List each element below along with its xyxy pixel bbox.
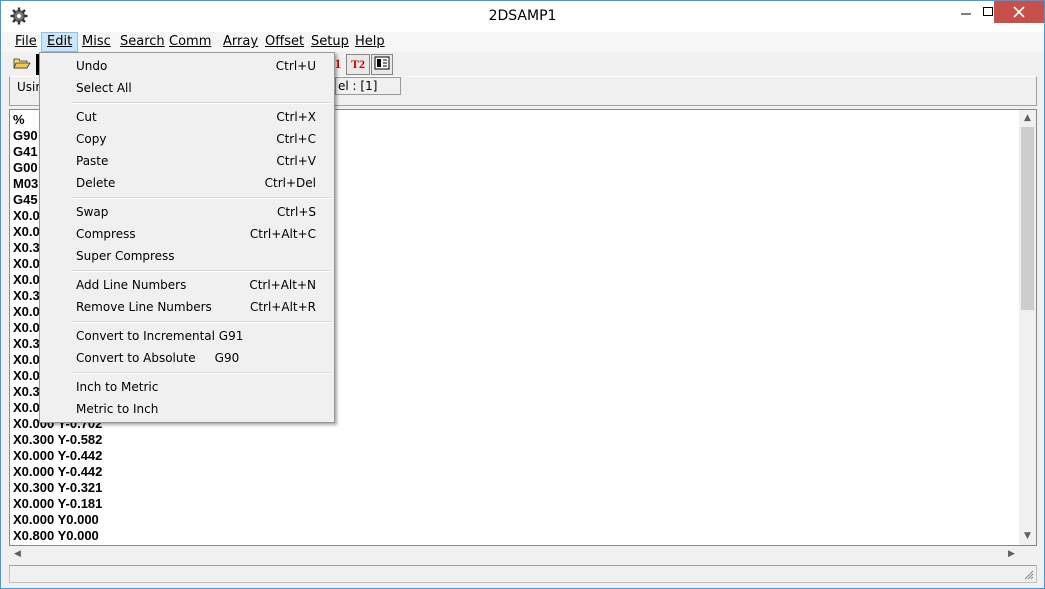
menu-item-label: Add Line Numbers <box>76 278 187 292</box>
code-line[interactable]: X0.800 Y0.000 <box>13 528 102 544</box>
menu-item-select-all[interactable]: Select All <box>76 77 316 99</box>
menu-item-shortcut: Ctrl+Del <box>264 176 316 190</box>
menu-item-label: Convert to Absolute G90 <box>76 351 240 365</box>
scroll-down-arrow-icon[interactable]: ▼ <box>1019 528 1036 545</box>
menu-item-shortcut: Ctrl+S <box>276 205 316 219</box>
edit-menu-dropdown: Undo Ctrl+U Select All Cut Ctrl+X Copy Ctrl+C P… <box>39 52 335 423</box>
menu-item-label: Inch to Metric <box>76 380 159 394</box>
code-line[interactable]: X0.000 Y0.000 <box>13 512 102 528</box>
code-line[interactable]: X0.300 Y-0.582 <box>13 432 102 448</box>
horizontal-scrollbar[interactable]: ◀ ▶ <box>9 546 1020 563</box>
code-line[interactable]: X0.000 Y-0.442 <box>13 448 102 464</box>
menu-item-label: Swap <box>76 205 109 219</box>
menu-item-label: Super Compress <box>76 249 175 263</box>
menu-separator <box>72 321 331 323</box>
scroll-left-arrow-icon[interactable]: ◀ <box>9 546 26 563</box>
code-line[interactable]: X0.300 Y-0.321 <box>13 480 102 496</box>
scroll-right-arrow-icon[interactable]: ▶ <box>1003 546 1020 563</box>
menu-item-paste[interactable]: Paste Ctrl+V <box>76 150 316 172</box>
menu-edit[interactable]: Edit <box>41 32 79 52</box>
menu-item-compress[interactable]: Compress Ctrl+Alt+C <box>76 223 316 245</box>
menu-search[interactable]: Search <box>115 32 170 52</box>
menu-item-delete[interactable]: Delete Ctrl+Del <box>76 172 316 194</box>
menu-item-shortcut: Ctrl+C <box>276 132 316 146</box>
document-icon <box>374 56 390 70</box>
menu-separator <box>72 197 331 199</box>
title-bar[interactable]: 2DSAMP1 <box>1 1 1044 32</box>
menu-item-label: Cut <box>76 110 97 124</box>
menu-bar: File Edit Misc Search Comm Array Offset … <box>1 32 1044 52</box>
folder-open-icon <box>13 58 31 69</box>
menu-item-copy[interactable]: Copy Ctrl+C <box>76 128 316 150</box>
app-window: 2DSAMP1 File Edit Misc Search Comm Array… <box>0 0 1045 589</box>
menu-file[interactable]: File <box>10 32 42 52</box>
menu-item-inch-to-metric[interactable]: Inch to Metric <box>76 376 316 398</box>
close-icon <box>1013 6 1025 18</box>
menu-array[interactable]: Array <box>218 32 263 52</box>
open-folder-button[interactable] <box>11 54 33 75</box>
t2-button[interactable]: T2 <box>346 54 370 75</box>
menu-separator <box>72 102 331 104</box>
menu-item-label: Delete <box>76 176 116 190</box>
menu-offset[interactable]: Offset <box>260 32 309 52</box>
scrollbar-corner <box>1020 546 1037 563</box>
menu-setup[interactable]: Setup <box>306 32 354 52</box>
code-line[interactable]: X0.000 Y-0.181 <box>13 496 102 512</box>
window-title: 2DSAMP1 <box>488 8 557 24</box>
menu-separator <box>72 270 331 272</box>
menu-item-convert-to-absolute-g90[interactable]: Convert to Absolute G90 <box>76 347 316 369</box>
code-line[interactable]: X0.000 Y-0.442 <box>13 464 102 480</box>
menu-item-cut[interactable]: Cut Ctrl+X <box>76 106 316 128</box>
menu-item-label: Copy <box>76 132 107 146</box>
menu-item-undo[interactable]: Undo Ctrl+U <box>76 55 316 77</box>
status-bar <box>9 565 1037 583</box>
menu-item-shortcut: Ctrl+V <box>276 154 316 168</box>
menu-separator <box>72 372 331 374</box>
menu-item-label: Remove Line Numbers <box>76 300 212 314</box>
menu-item-shortcut: Ctrl+Alt+R <box>249 300 316 314</box>
menu-gutter <box>40 53 68 422</box>
menu-item-shortcut: Ctrl+Alt+C <box>249 227 316 241</box>
menu-misc[interactable]: Misc <box>77 32 116 52</box>
menu-item-metric-to-inch[interactable]: Metric to Inch <box>76 398 316 420</box>
tool-level-box: el : [1] <box>335 77 401 95</box>
menu-item-label: Compress <box>76 227 136 241</box>
menu-item-remove-line-numbers[interactable]: Remove Line Numbers Ctrl+Alt+R <box>76 296 316 318</box>
menu-item-convert-to-incremental-g91[interactable]: Convert to Incremental G91 <box>76 325 316 347</box>
menu-item-swap[interactable]: Swap Ctrl+S <box>76 201 316 223</box>
menu-item-label: Metric to Inch <box>76 402 159 416</box>
menu-comm[interactable]: Comm <box>164 32 216 52</box>
menu-item-shortcut: Ctrl+Alt+N <box>249 278 316 292</box>
print-button[interactable] <box>371 54 393 75</box>
vertical-scrollbar[interactable]: ▲ ▼ <box>1019 110 1036 545</box>
menu-item-super-compress[interactable]: Super Compress <box>76 245 316 267</box>
vertical-scroll-thumb[interactable] <box>1021 127 1034 310</box>
menu-item-label: Undo <box>76 59 108 73</box>
scroll-up-arrow-icon[interactable]: ▲ <box>1019 110 1036 127</box>
menu-item-label: Convert to Incremental G91 <box>76 329 244 343</box>
menu-item-shortcut: Ctrl+X <box>276 110 316 124</box>
resize-grip-icon[interactable] <box>1022 568 1034 580</box>
close-button[interactable] <box>994 1 1044 23</box>
menu-item-shortcut: Ctrl+U <box>275 59 316 73</box>
menu-help[interactable]: Help <box>350 32 390 52</box>
menu-item-label: Paste <box>76 154 109 168</box>
menu-item-add-line-numbers[interactable]: Add Line Numbers Ctrl+Alt+N <box>76 274 316 296</box>
menu-item-label: Select All <box>76 81 132 95</box>
